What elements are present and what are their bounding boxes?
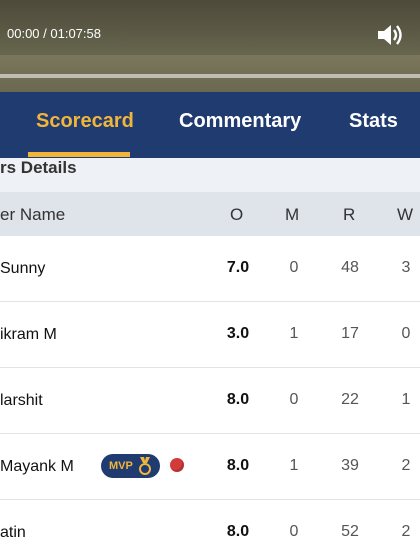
runs-value: 48 [341, 259, 359, 276]
maidens-value: 0 [289, 391, 299, 408]
runs-value: 39 [341, 457, 359, 474]
cricket-ball-icon [170, 458, 184, 472]
video-player[interactable]: 00:00 / 01:07:58 [0, 0, 420, 92]
wickets-value: 2 [401, 457, 411, 474]
overs-value: 7.0 [226, 259, 250, 276]
tab-stats[interactable]: Stats [349, 110, 398, 133]
video-progress-bar[interactable] [0, 74, 420, 78]
header-name: er Name [0, 205, 66, 224]
maidens-value: 1 [289, 325, 299, 342]
tab-bar: Scorecard Commentary Stats [0, 92, 420, 158]
mvp-badge-label: MVP [109, 460, 133, 472]
table-row[interactable]: Mayank M MVP 8.0 1 39 2 [0, 434, 420, 500]
runs-value: 52 [341, 523, 359, 540]
player-name[interactable]: ikram M [0, 326, 57, 344]
table-row[interactable]: ikram M 3.0 1 17 0 [0, 302, 420, 368]
runs-value: 17 [341, 325, 359, 342]
header-runs: R [343, 205, 356, 224]
maidens-value: 0 [289, 259, 299, 276]
header-maidens: M [285, 205, 300, 224]
player-name[interactable]: Sunny [0, 260, 45, 278]
player-name[interactable]: atin [0, 524, 26, 542]
tab-commentary[interactable]: Commentary [179, 110, 301, 133]
overs-value: 3.0 [226, 325, 250, 342]
wickets-value: 1 [401, 391, 411, 408]
wickets-value: 3 [401, 259, 411, 276]
section-title: rs Details [0, 158, 77, 177]
table-header: er Name O M R W [0, 192, 420, 236]
table-row[interactable]: atin 8.0 0 52 2 [0, 500, 420, 560]
overs-value: 8.0 [226, 457, 250, 474]
tab-scorecard[interactable]: Scorecard [36, 110, 134, 133]
section-header: rs Details [0, 158, 420, 192]
header-overs: O [230, 205, 244, 224]
maidens-value: 1 [289, 457, 299, 474]
wickets-value: 0 [401, 325, 411, 342]
runs-value: 22 [341, 391, 359, 408]
table-row[interactable]: Sunny 7.0 0 48 3 [0, 236, 420, 302]
mvp-badge: MVP [101, 454, 160, 478]
table-row[interactable]: larshit 8.0 0 22 1 [0, 368, 420, 434]
video-time: 00:00 / 01:07:58 [7, 26, 101, 41]
maidens-value: 0 [289, 523, 299, 540]
player-name[interactable]: larshit [0, 392, 43, 410]
medal-icon [139, 457, 151, 475]
player-name[interactable]: Mayank M [0, 458, 74, 476]
overs-value: 8.0 [226, 391, 250, 408]
active-tab-indicator [28, 152, 130, 157]
header-wickets: W [397, 205, 414, 224]
volume-icon[interactable] [376, 22, 404, 48]
wickets-value: 2 [401, 523, 411, 540]
overs-value: 8.0 [226, 523, 250, 540]
